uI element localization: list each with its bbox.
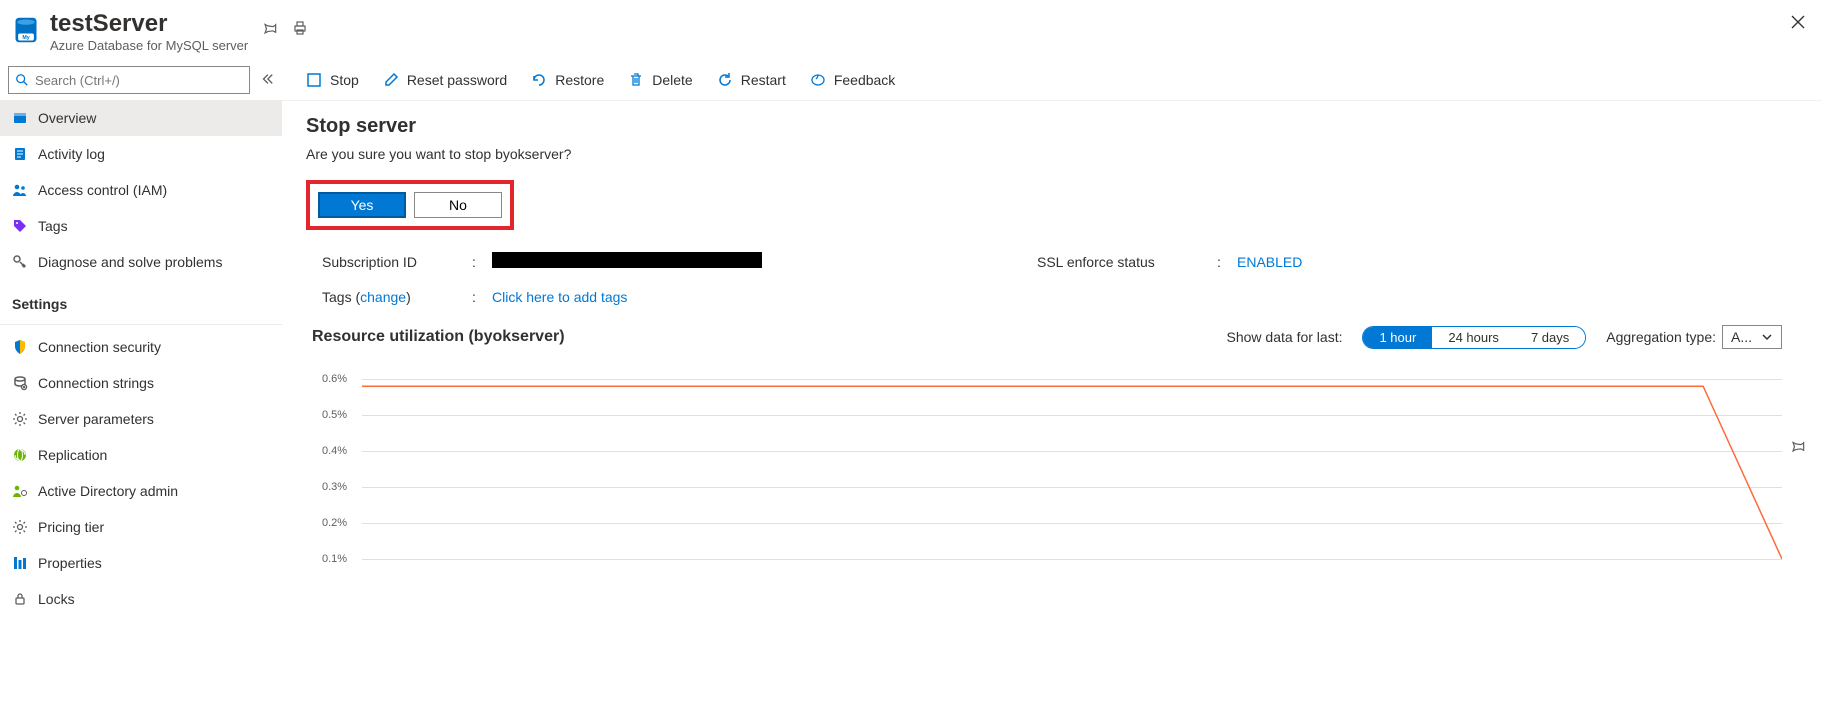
print-icon[interactable] <box>292 20 308 39</box>
stop-server-message: Are you sure you want to stop byokserver… <box>306 146 1798 162</box>
sidebar-item-label: Server parameters <box>38 411 154 427</box>
sidebar: Overview Activity log Access control (IA… <box>0 60 282 723</box>
colon: : <box>472 254 492 270</box>
colon: : <box>472 289 492 305</box>
sidebar-item-connection-security[interactable]: Connection security <box>0 329 282 365</box>
sidebar-item-diagnose[interactable]: Diagnose and solve problems <box>0 244 282 280</box>
confirm-box: Yes No <box>306 180 514 230</box>
aggregation-value: A... <box>1731 329 1752 345</box>
sidebar-item-label: Access control (IAM) <box>38 182 167 198</box>
page-header: My testServer Azure Database for MySQL s… <box>0 0 1822 60</box>
sidebar-item-label: Replication <box>38 447 107 463</box>
pill-24hours[interactable]: 24 hours <box>1432 327 1515 348</box>
colon: : <box>1217 254 1237 270</box>
ssl-value[interactable]: ENABLED <box>1237 254 1782 270</box>
pin-chart-icon[interactable] <box>1790 438 1806 457</box>
sidebar-item-server-parameters[interactable]: Server parameters <box>0 401 282 437</box>
aggregation-label: Aggregation type: <box>1606 329 1716 345</box>
sidebar-item-overview[interactable]: Overview <box>0 100 282 136</box>
sidebar-item-label: Pricing tier <box>38 519 104 535</box>
toolbar-delete[interactable]: Delete <box>628 72 692 88</box>
chart-y-label: 0.2% <box>322 517 347 529</box>
sidebar-item-ad-admin[interactable]: Active Directory admin <box>0 473 282 509</box>
ssl-label: SSL enforce status <box>1037 254 1217 270</box>
toolbar-restart[interactable]: Restart <box>717 72 786 88</box>
sidebar-item-label: Connection security <box>38 339 161 355</box>
subscription-id-label: Subscription ID <box>322 254 472 270</box>
page-title: testServer <box>50 10 167 38</box>
toolbar-restore[interactable]: Restore <box>531 72 604 88</box>
toolbar-label: Stop <box>330 72 359 88</box>
toolbar: Stop Reset password Restore Delete Resta… <box>282 60 1822 101</box>
sidebar-item-replication[interactable]: Replication <box>0 437 282 473</box>
sidebar-item-pricing-tier[interactable]: Pricing tier <box>0 509 282 545</box>
pill-7days[interactable]: 7 days <box>1515 327 1585 348</box>
toolbar-reset-password[interactable]: Reset password <box>383 72 507 88</box>
chevron-down-icon <box>1761 331 1773 343</box>
time-range-toggle: 1 hour 24 hours 7 days <box>1362 326 1586 349</box>
sidebar-item-label: Activity log <box>38 146 105 162</box>
chart-y-label: 0.1% <box>322 553 347 565</box>
toolbar-stop[interactable]: Stop <box>306 72 359 88</box>
chart-y-label: 0.5% <box>322 409 347 421</box>
sidebar-item-properties[interactable]: Properties <box>0 545 282 581</box>
tags-label-row: Tags (change) <box>322 289 472 305</box>
sidebar-item-label: Overview <box>38 110 96 126</box>
title-group: testServer Azure Database for MySQL serv… <box>50 10 248 53</box>
toolbar-label: Restart <box>741 72 786 88</box>
toolbar-feedback[interactable]: Feedback <box>810 72 895 88</box>
utilization-title: Resource utilization (byokserver) <box>312 328 565 346</box>
sidebar-item-label: Locks <box>38 591 75 607</box>
toolbar-label: Feedback <box>834 72 895 88</box>
search-input[interactable] <box>8 66 250 94</box>
show-data-label: Show data for last: <box>1227 329 1343 345</box>
pill-1hour[interactable]: 1 hour <box>1363 327 1432 348</box>
page-subtitle: Azure Database for MySQL server <box>50 38 248 53</box>
chart-y-label: 0.4% <box>322 445 347 457</box>
sidebar-item-label: Tags <box>38 218 68 234</box>
toolbar-label: Reset password <box>407 72 507 88</box>
svg-text:My: My <box>22 35 29 41</box>
chart-line-svg <box>362 379 1782 579</box>
main-content: Stop Reset password Restore Delete Resta… <box>282 60 1822 723</box>
aggregation-select[interactable]: A... <box>1722 325 1782 349</box>
sidebar-item-connection-strings[interactable]: Connection strings <box>0 365 282 401</box>
collapse-sidebar-icon[interactable] <box>260 72 274 89</box>
toolbar-label: Delete <box>652 72 692 88</box>
yes-button[interactable]: Yes <box>318 192 406 218</box>
sidebar-item-label: Connection strings <box>38 375 154 391</box>
divider <box>0 324 282 325</box>
no-button[interactable]: No <box>414 192 502 218</box>
stop-server-title: Stop server <box>306 115 1798 138</box>
sidebar-item-label: Properties <box>38 555 102 571</box>
stop-server-panel: Stop server Are you sure you want to sto… <box>282 101 1822 242</box>
utilization-chart: 0.6%0.5%0.4%0.3%0.2%0.1% <box>322 379 1782 579</box>
mysql-logo-icon: My <box>12 16 40 44</box>
sidebar-item-activity-log[interactable]: Activity log <box>0 136 282 172</box>
sidebar-item-label: Active Directory admin <box>38 483 178 499</box>
chart-y-label: 0.6% <box>322 373 347 385</box>
tags-change-link[interactable]: change <box>360 289 406 305</box>
chart-y-label: 0.3% <box>322 481 347 493</box>
sidebar-section-settings: Settings <box>0 280 282 320</box>
tags-add-link[interactable]: Click here to add tags <box>492 289 1037 305</box>
close-icon[interactable] <box>1790 14 1806 33</box>
pin-icon[interactable] <box>262 20 278 39</box>
sidebar-item-access-control[interactable]: Access control (IAM) <box>0 172 282 208</box>
toolbar-label: Restore <box>555 72 604 88</box>
sidebar-item-label: Diagnose and solve problems <box>38 254 222 270</box>
subscription-id-value <box>492 252 1037 271</box>
sidebar-item-tags[interactable]: Tags <box>0 208 282 244</box>
search-field[interactable] <box>35 73 243 88</box>
sidebar-item-locks[interactable]: Locks <box>0 581 282 617</box>
